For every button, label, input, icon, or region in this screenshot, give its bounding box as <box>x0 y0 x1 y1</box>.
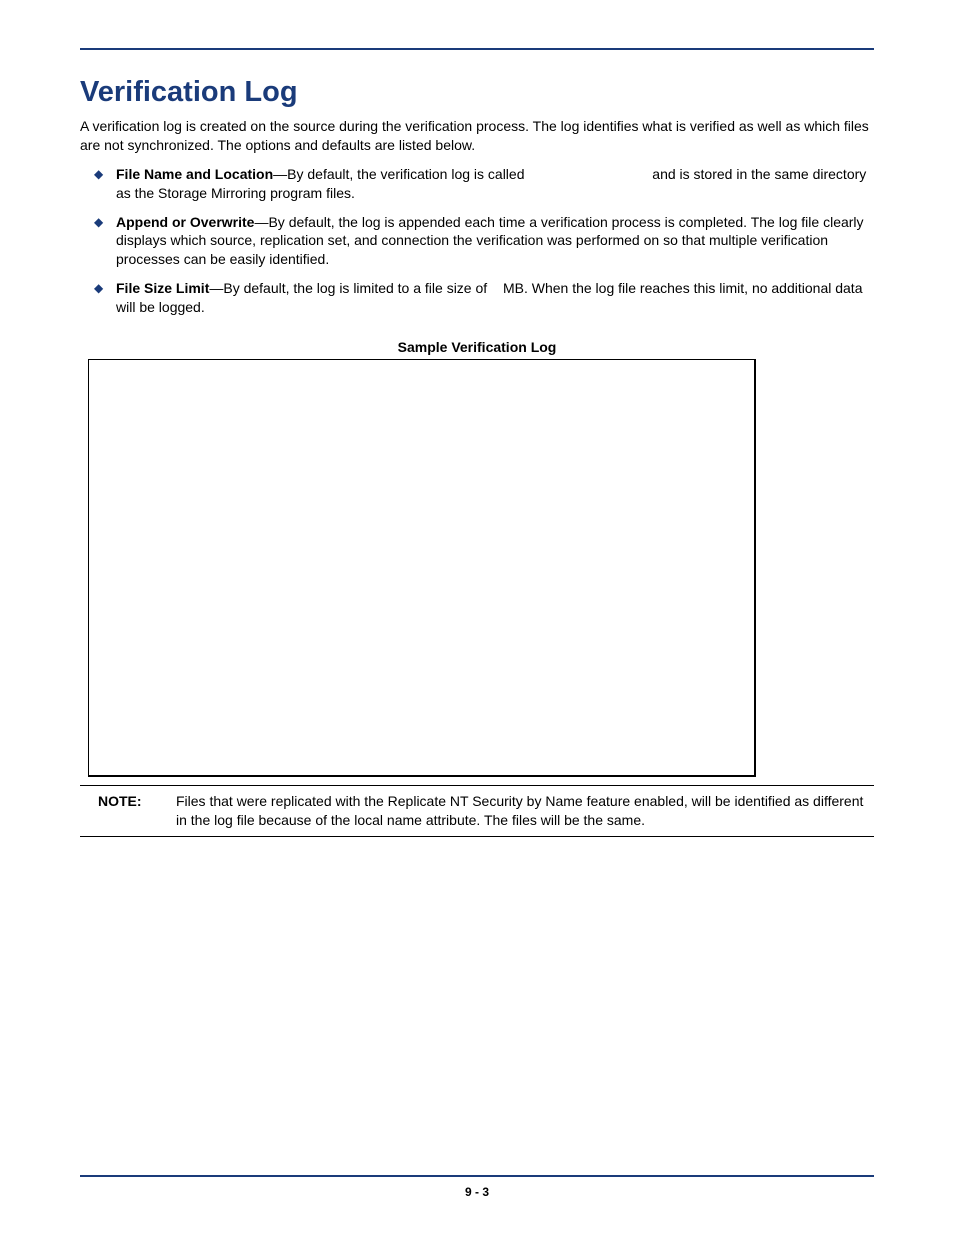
sample-log-box <box>88 359 756 777</box>
bullet-text-before: —By default, the verification log is cal… <box>273 166 528 182</box>
page-number: 9 - 3 <box>0 1185 954 1199</box>
bullet-label: Append or Overwrite <box>116 214 254 230</box>
top-rule <box>80 48 874 50</box>
bullet-label: File Name and Location <box>116 166 273 182</box>
note-body: Files that were replicated with the Repl… <box>176 792 874 830</box>
diamond-icon: ◆ <box>94 217 104 227</box>
bullet-text-before: —By default, the log is limited to a fil… <box>209 280 491 296</box>
intro-paragraph: A verification log is created on the sou… <box>80 117 874 155</box>
bullet-list: ◆ File Name and Location—By default, the… <box>80 165 874 317</box>
bullet-label: File Size Limit <box>116 280 209 296</box>
list-item: ◆ File Name and Location—By default, the… <box>80 165 874 203</box>
diamond-icon: ◆ <box>94 283 104 293</box>
note-label: NOTE: <box>80 792 176 830</box>
page: Verification Log A verification log is c… <box>0 0 954 1235</box>
diamond-icon: ◆ <box>94 169 104 179</box>
list-item: ◆ File Size Limit—By default, the log is… <box>80 279 874 317</box>
sample-caption: Sample Verification Log <box>80 339 874 355</box>
page-title: Verification Log <box>80 76 874 109</box>
bottom-rule <box>80 1175 874 1177</box>
list-item: ◆ Append or Overwrite—By default, the lo… <box>80 213 874 270</box>
note-block: NOTE: Files that were replicated with th… <box>80 785 874 837</box>
